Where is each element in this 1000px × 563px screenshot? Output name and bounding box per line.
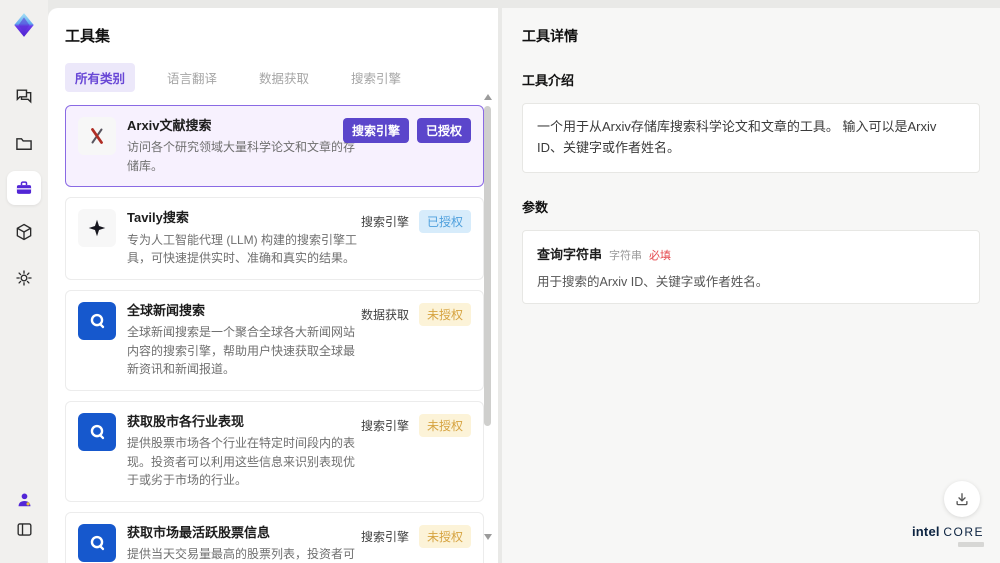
category-tag: 数据获取 — [360, 307, 409, 322]
intro-heading: 工具介绍 — [522, 73, 575, 88]
four-point-star-icon — [78, 209, 116, 248]
tab-data-fetch[interactable]: 数据获取 — [249, 63, 319, 92]
app-logo-icon — [7, 8, 41, 42]
tool-description: 全球新闻搜索是一个聚合全球各大新闻网站内容的搜索引擎，帮助用户快速获取全球最新资… — [127, 324, 356, 377]
folder-icon[interactable] — [7, 126, 41, 160]
tab-language-translation[interactable]: 语言翻译 — [157, 63, 227, 92]
param-name: 查询字符串 — [537, 246, 603, 262]
intel-core-logo: intel CORE — [912, 524, 984, 547]
param-type: 字符串 — [609, 249, 643, 262]
category-tag: 搜索引擎 — [360, 418, 409, 433]
blue-q-icon — [78, 523, 116, 562]
category-tag: 搜索引擎 — [360, 215, 409, 230]
tool-card-arxiv[interactable]: Arxiv文献搜索 访问各个研究领域大量科学论文和文章的存储库。 搜索引擎 已授… — [65, 105, 484, 188]
user-avatar-icon[interactable] — [7, 482, 41, 516]
detail-title: 工具详情 — [522, 28, 578, 44]
tool-detail-panel: 工具详情 工具介绍 一个用于从Arxiv存储库搜索科学论文和文章的工具。 输入可… — [502, 8, 1000, 563]
auth-status-badge: 未授权 — [418, 524, 471, 548]
param-description: 用于搜索的Arxiv ID、关键字或作者姓名。 — [537, 274, 769, 289]
tool-card-list: Arxiv文献搜索 访问各个研究领域大量科学论文和文章的存储库。 搜索引擎 已授… — [65, 105, 484, 563]
tool-name: Tavily搜索 — [127, 210, 189, 226]
tool-description: 提供股票市场各个行业在特定时间段内的表现。投资者可以利用这些信息来识别表现优于或… — [127, 435, 356, 488]
blue-q-icon — [78, 301, 116, 340]
settings-gear-icon[interactable] — [7, 261, 41, 295]
tool-name: 获取市场最活跃股票信息 — [127, 524, 271, 540]
panel-toggle-icon[interactable] — [7, 512, 41, 546]
download-button[interactable] — [944, 481, 980, 517]
arxiv-x-icon — [78, 117, 116, 155]
intro-box: 一个用于从Arxiv存储库搜索科学论文和文章的工具。 输入可以是Arxiv ID… — [522, 103, 980, 173]
tool-card-global-news[interactable]: 全球新闻搜索 全球新闻搜索是一个聚合全球各大新闻网站内容的搜索引擎，帮助用户快速… — [65, 289, 484, 391]
tool-description: 访问各个研究领域大量科学论文和文章的存储库。 — [127, 140, 356, 173]
page-title: 工具集 — [65, 28, 111, 45]
scrollbar-up-arrow-icon[interactable] — [484, 94, 492, 100]
brand-subtext-bar — [958, 542, 984, 547]
chat-icon[interactable] — [7, 79, 41, 113]
package-icon[interactable] — [7, 215, 41, 249]
download-icon — [956, 493, 968, 506]
toolbox-icon-active[interactable] — [7, 171, 41, 205]
blue-q-icon — [78, 412, 116, 451]
auth-status-badge: 已授权 — [418, 210, 471, 234]
tool-name: Arxiv文献搜索 — [127, 118, 212, 133]
tool-description: 提供当天交易量最高的股票列表，投资者可以利用这些信息来识别流动性强的股票和潜在的… — [127, 546, 356, 561]
tab-search-engine[interactable]: 搜索引擎 — [341, 63, 411, 92]
tool-description: 专为人工智能代理 (LLM) 构建的搜索引擎工具，可快速提供实时、准确和真实的结… — [127, 232, 358, 266]
tool-name: 获取股市各行业表现 — [127, 413, 245, 429]
scrollbar-thumb[interactable] — [484, 106, 491, 426]
auth-status-badge: 已授权 — [416, 118, 471, 143]
params-heading: 参数 — [522, 199, 549, 215]
tool-card-tavily[interactable]: Tavily搜索 专为人工智能代理 (LLM) 构建的搜索引擎工具，可快速提供实… — [65, 197, 484, 280]
param-box: 查询字符串 字符串 必填 用于搜索的Arxiv ID、关键字或作者姓名。 — [522, 229, 980, 304]
sidebar — [0, 0, 48, 563]
tool-name: 全球新闻搜索 — [127, 302, 206, 318]
tab-all-categories[interactable]: 所有类别 — [65, 63, 136, 92]
auth-status-badge: 未授权 — [418, 413, 471, 437]
category-tag: 搜索引擎 — [360, 529, 409, 544]
tool-card-sector-performance[interactable]: 获取股市各行业表现 提供股票市场各个行业在特定时间段内的表现。投资者可以利用这些… — [65, 400, 484, 502]
intro-text: 一个用于从Arxiv存储库搜索科学论文和文章的工具。 输入可以是Arxiv ID… — [537, 119, 937, 155]
tool-list-panel: 工具集 所有类别 语言翻译 数据获取 搜索引擎 Arxiv文献搜索 访问各个研究… — [48, 8, 498, 563]
category-tabs: 所有类别 语言翻译 数据获取 搜索引擎 — [65, 63, 498, 92]
param-required-badge: 必填 — [649, 249, 672, 262]
tool-card-most-active-stocks[interactable]: 获取市场最活跃股票信息 提供当天交易量最高的股票列表，投资者可以利用这些信息来识… — [65, 511, 484, 563]
category-tag: 搜索引擎 — [342, 118, 409, 143]
auth-status-badge: 未授权 — [418, 302, 471, 326]
scrollbar-down-arrow-icon[interactable] — [484, 534, 492, 540]
